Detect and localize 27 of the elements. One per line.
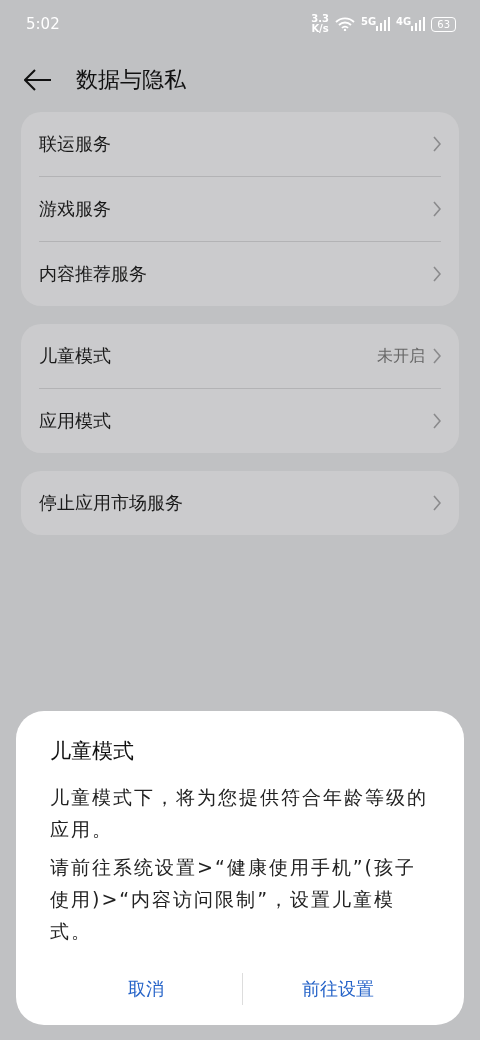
dialog-button[interactable]: 前往设置 [242, 961, 434, 1017]
network-label: 5G [360, 17, 377, 27]
settings-row[interactable]: 应用模式 [39, 388, 441, 453]
chevron-icon [433, 266, 441, 282]
page-title: 数据与隐私 [76, 66, 186, 94]
status-time: 5:02 [26, 15, 60, 33]
settings-row[interactable]: 停止应用市场服务 [39, 471, 441, 535]
network-speed: 3.3 K/s [311, 14, 329, 34]
signal-icon [376, 17, 391, 31]
chevron-icon [433, 413, 441, 429]
chevron-icon [433, 201, 441, 217]
dialog-message: 儿童模式下，将为您提供符合年龄等级的应用。 [50, 785, 429, 842]
dialog-button[interactable]: 取消 [50, 961, 242, 1017]
settings-row[interactable]: 游戏服务 [39, 176, 441, 241]
settings-row[interactable]: 儿童模式 未开启 [39, 324, 441, 388]
chevron-icon [433, 136, 441, 152]
settings-row[interactable]: 联运服务 [39, 112, 441, 176]
chevron-icon [433, 348, 441, 364]
chevron-icon [433, 495, 441, 511]
back-icon[interactable] [24, 69, 52, 91]
wifi-icon [334, 17, 355, 31]
settings-row[interactable]: 内容推荐服务 [39, 241, 441, 306]
dialog-title: 儿童模式 [50, 738, 135, 765]
network-label: 4G [396, 17, 412, 27]
battery-indicator: 63 [431, 16, 456, 32]
signal-icon [411, 17, 426, 31]
dialog-message: 请前往系统设置>“健康使用手机”(孩子使用)>“内容访问限制”，设置儿童模式。 [50, 855, 418, 944]
